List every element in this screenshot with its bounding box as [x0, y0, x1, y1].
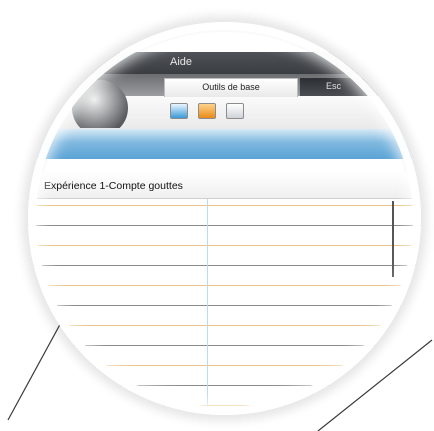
- toolbar: Outils de base Esc: [28, 74, 421, 136]
- tab-partial-label: Esc: [326, 81, 342, 91]
- data-grid[interactable]: [28, 199, 421, 415]
- new-document-icon[interactable]: [170, 103, 188, 119]
- grid-row-line: [28, 285, 421, 286]
- grid-row-line: [28, 385, 421, 386]
- grid-column-divider: [207, 199, 208, 415]
- grid-row-line: [28, 345, 421, 346]
- tab-partial[interactable]: Esc: [300, 78, 421, 96]
- grid-row-line: [28, 405, 421, 406]
- grid-row-line: [28, 305, 421, 306]
- grid-row-line: [28, 325, 421, 326]
- grid-row-line: [28, 245, 421, 246]
- ribbon-bar: [28, 128, 421, 159]
- save-icon[interactable]: [226, 103, 244, 119]
- grid-row-line: [28, 225, 421, 226]
- screenshot-stage: Aide Outils de base Esc Expérience 1-Com…: [0, 0, 434, 431]
- grid-row-line: [28, 265, 421, 266]
- menu-bar: Aide: [28, 52, 421, 74]
- tab-basic-tools[interactable]: Outils de base: [164, 78, 298, 97]
- folder-icon[interactable]: [198, 103, 216, 119]
- document-title: Expérience 1-Compte gouttes: [44, 180, 183, 192]
- software-window: Aide Outils de base Esc Expérience 1-Com…: [28, 22, 421, 415]
- grid-row-line: [28, 205, 421, 206]
- menu-item-aide[interactable]: Aide: [170, 56, 192, 68]
- vertical-scrollbar[interactable]: [392, 201, 394, 277]
- document-header: Expérience 1-Compte gouttes: [28, 172, 421, 199]
- magnifier-lens: Aide Outils de base Esc Expérience 1-Com…: [28, 22, 421, 415]
- grid-row-line: [28, 365, 421, 366]
- tab-basic-tools-label: Outils de base: [202, 82, 260, 92]
